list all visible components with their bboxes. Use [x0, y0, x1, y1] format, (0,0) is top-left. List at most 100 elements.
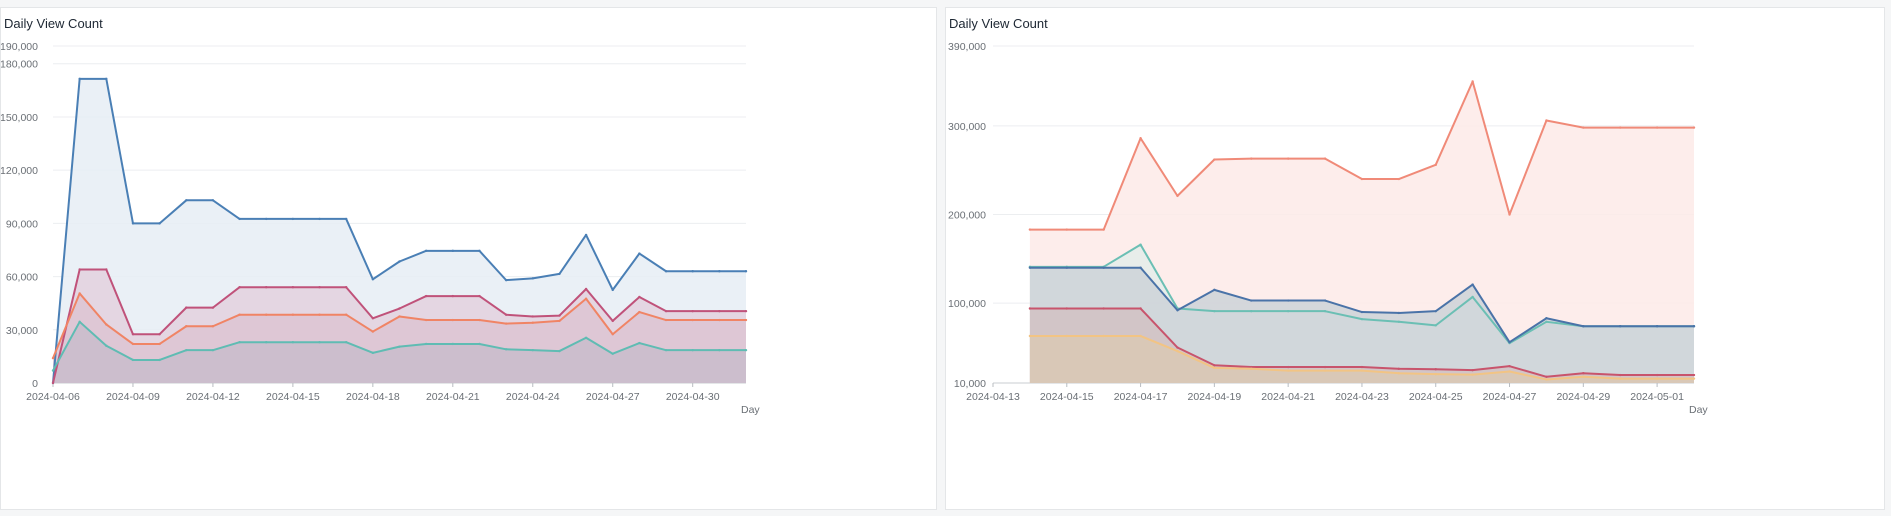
series-0-point — [1176, 194, 1179, 198]
series-0-point — [105, 77, 108, 81]
series-0-point — [611, 288, 614, 292]
series-1-point — [638, 295, 641, 299]
series-3-point — [424, 342, 428, 346]
series-1-point — [1250, 309, 1253, 313]
x-tick-label: 2024-04-15 — [1040, 391, 1094, 403]
series-2-point — [1250, 299, 1253, 302]
series-2-point — [1471, 283, 1474, 286]
series-2-point — [1619, 325, 1622, 328]
series-0-point — [291, 217, 295, 221]
series-3-point — [1692, 373, 1696, 377]
series-1-point — [265, 286, 268, 289]
series-1-point — [131, 333, 135, 336]
series-2-point — [265, 313, 268, 316]
series-2-point — [1545, 317, 1548, 320]
series-2-point — [504, 322, 508, 325]
series-1-point — [611, 319, 614, 323]
series-2-point — [51, 356, 55, 360]
y-tick-label: 120,000 — [1, 165, 38, 177]
series-3-point — [504, 348, 508, 351]
series-0-point — [211, 199, 215, 202]
x-tick-label: 2024-04-15 — [266, 391, 320, 403]
y-tick-label: 390,000 — [948, 41, 986, 53]
series-1-point — [744, 309, 748, 313]
x-tick-label: 2024-04-24 — [506, 391, 560, 403]
series-0-point — [1582, 126, 1585, 129]
series-0-point — [1655, 126, 1659, 129]
x-tick-label: 2024-04-13 — [966, 391, 1020, 403]
y-tick-label: 100,000 — [948, 298, 986, 310]
chart-panel-right: Daily View Count 10,000 100,000 200,000 300… — [945, 7, 1885, 510]
series-3-point — [1065, 307, 1068, 310]
y-tick-label: 180,000 — [1, 59, 38, 71]
series-4-point — [1323, 369, 1327, 372]
series-0-point — [1139, 137, 1142, 140]
area-chart-left: 0 30,000 60,000 90,000 120,000 150,000 180,000… — [1, 41, 760, 416]
series-2-point — [131, 342, 135, 346]
series-1-point — [105, 268, 108, 271]
series-4-point — [1213, 366, 1216, 370]
series-0-point — [638, 252, 641, 255]
x-tick-label: 2024-04-12 — [186, 391, 240, 403]
series-3-point — [1139, 307, 1142, 310]
series-2-point — [1360, 310, 1364, 314]
series-3-point — [744, 348, 748, 352]
series-3-point — [344, 341, 348, 344]
x-tick-label: 2024-04-27 — [1483, 391, 1537, 403]
series-1-point — [1213, 309, 1216, 313]
series-3-point — [584, 336, 588, 339]
series-1-point — [398, 307, 401, 310]
y-tick-label: 60,000 — [6, 272, 38, 284]
series-3-point — [1028, 307, 1032, 310]
series-4-point — [1102, 334, 1105, 338]
x-axis-title: Day — [741, 404, 760, 416]
series-4-point — [1582, 375, 1585, 378]
series-1-point — [185, 306, 188, 309]
series-0-point — [1471, 80, 1474, 83]
series-2-point — [691, 318, 694, 322]
series-3-point — [318, 341, 321, 344]
series-3-point — [1655, 373, 1659, 377]
series-4-point — [1250, 367, 1253, 371]
x-tick-label: 2024-04-23 — [1335, 391, 1389, 403]
series-4-point — [1360, 369, 1364, 372]
series-3-point — [1434, 368, 1437, 371]
series-0-point — [664, 270, 668, 273]
series-4-point — [1692, 377, 1696, 380]
series-3-point — [638, 341, 641, 345]
series-2-point — [344, 313, 348, 316]
series-0-point — [265, 217, 268, 221]
series-2-point — [558, 319, 561, 323]
series-2-point — [1582, 325, 1585, 328]
series-0-point — [398, 260, 401, 263]
series-0-point — [1286, 157, 1290, 160]
series-2-point — [1655, 325, 1659, 328]
series-2-point — [105, 323, 108, 326]
series-3-point — [664, 348, 668, 352]
series-3-point — [1582, 372, 1585, 375]
series-0-point — [718, 270, 721, 273]
series-2-point — [664, 318, 668, 322]
series-3-point — [78, 320, 81, 324]
x-tick-label: 2024-04-18 — [346, 391, 400, 403]
x-tick-label: 2024-04-29 — [1556, 391, 1610, 403]
series-4-point — [1619, 377, 1622, 380]
series-0-point — [478, 249, 481, 253]
series-2-point — [1397, 311, 1401, 315]
series-1-point — [1397, 320, 1401, 324]
x-tick-label: 2024-04-30 — [666, 391, 720, 403]
series-3-point — [105, 344, 108, 347]
y-tick-label: 150,000 — [1, 112, 38, 124]
series-0-point — [1619, 126, 1622, 129]
series-1-point — [451, 294, 455, 298]
series-0-point — [1323, 157, 1327, 160]
x-tick-label: 2024-04-09 — [106, 391, 160, 403]
series-2-point — [1213, 288, 1216, 292]
series-1-point — [424, 294, 428, 298]
y-tick-label: 300,000 — [948, 121, 986, 133]
chart-panel-left: Daily View Count 0 30,000 60,000 90,000 120,… — [0, 7, 937, 510]
series-4-point — [1139, 334, 1142, 338]
x-tick-label: 2024-04-21 — [426, 391, 480, 403]
y-tick-label: 30,000 — [6, 325, 38, 337]
series-3-point — [1323, 365, 1327, 369]
